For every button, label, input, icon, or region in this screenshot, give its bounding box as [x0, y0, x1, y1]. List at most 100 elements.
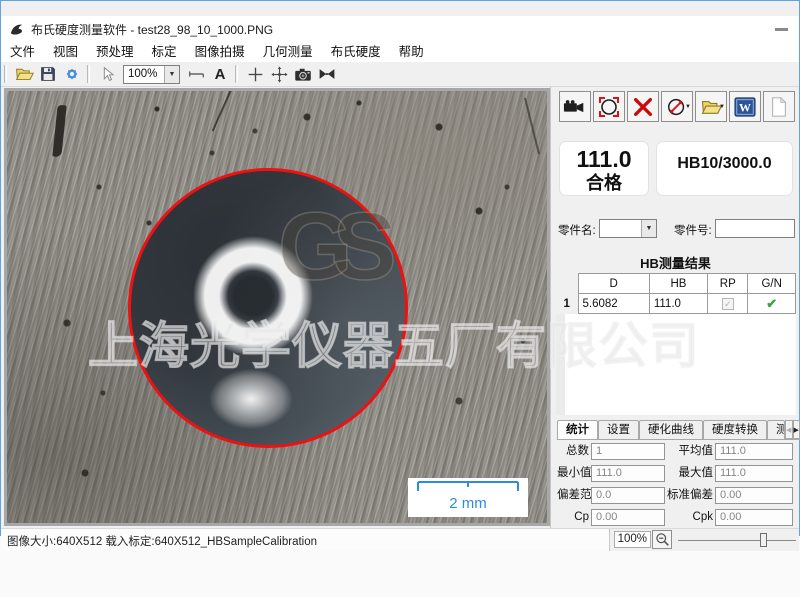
hardness-result-box: 111.0 合格 [559, 141, 649, 196]
zoom-select[interactable]: 100% ▼ [123, 65, 180, 84]
scale-ruler-icon [408, 478, 528, 496]
chevron-down-icon[interactable]: ▼ [719, 104, 725, 110]
word-icon: W [733, 96, 757, 118]
tab-statistics[interactable]: 统计 [557, 420, 598, 439]
part-name-select[interactable]: ▼ [599, 219, 657, 238]
chevron-down-icon[interactable]: ▼ [164, 66, 179, 83]
cross-tool-button[interactable] [243, 63, 267, 85]
statusbar-zoom-area: 100% [610, 529, 799, 551]
window-title: 布氏硬度测量软件 - test28_98_10_1000.PNG [31, 21, 273, 38]
video-capture-button[interactable] [559, 91, 591, 122]
status-bar: 图像大小:640X512 载入标定:640X512_HBSampleCalibr… [1, 528, 799, 550]
stat-max-label: 最大值 [667, 465, 713, 482]
stitch-button[interactable] [315, 63, 339, 85]
video-camera-icon [563, 98, 587, 116]
part-no-input[interactable] [715, 219, 795, 238]
magnifier-minus-icon [655, 532, 670, 547]
gs-logo-watermark: GS [278, 192, 377, 302]
title-bar[interactable]: 布氏硬度测量软件 - test28_98_10_1000.PNG [1, 16, 799, 42]
column-hb: HB [649, 274, 707, 294]
stat-cp-label: Cp [557, 509, 589, 526]
menu-view[interactable]: 视图 [44, 42, 87, 62]
delete-x-icon [632, 96, 654, 118]
line-measure-button[interactable] [184, 63, 208, 85]
table-header-row: D HB RP G/N [556, 274, 796, 294]
open-result-button[interactable]: ▼ [695, 91, 727, 122]
camera-icon [294, 67, 312, 82]
settings-button[interactable] [60, 63, 84, 85]
word-report-button[interactable]: W [729, 91, 761, 122]
column-gn: G/N [748, 274, 796, 294]
stat-range-value: 0.0 [591, 487, 665, 504]
tab-hardening-curve[interactable]: 硬化曲线 [639, 420, 703, 439]
zoom-slider-thumb[interactable] [760, 533, 767, 547]
stat-stddev-label: 标准偏差 [667, 487, 713, 504]
stat-cp-value: 0.00 [591, 509, 665, 526]
detect-circle-icon [597, 95, 621, 119]
text-tool-button[interactable]: A [208, 63, 232, 85]
minimize-button[interactable] [775, 28, 788, 31]
tab-test[interactable]: 测试 [767, 420, 785, 439]
auto-detect-button[interactable] [593, 91, 625, 122]
stat-cpk-value: 0.00 [715, 509, 793, 526]
save-floppy-icon [40, 66, 56, 82]
main-toolbar: 100% ▼ A [1, 62, 799, 87]
select-cursor-button[interactable] [95, 63, 119, 85]
hardness-value: 111.0 [560, 146, 648, 172]
menu-bar: 文件 视图 预处理 标定 图像拍摄 几何测量 布氏硬度 帮助 [1, 42, 799, 62]
scale-bar: 2 mm [408, 478, 528, 517]
menu-geometry-measure[interactable]: 几何测量 [254, 42, 322, 62]
center-move-button[interactable] [267, 63, 291, 85]
tab-scroll-right-icon[interactable]: ▶ [793, 420, 800, 439]
tab-scroll-left-icon[interactable]: ◀ [785, 420, 793, 439]
pass-status: 合格 [560, 172, 648, 194]
tab-settings[interactable]: 设置 [598, 420, 639, 439]
new-document-button[interactable] [763, 91, 795, 122]
delete-result-button[interactable] [627, 91, 659, 122]
toolbar-grip [87, 65, 90, 83]
column-d: D [578, 274, 649, 294]
stat-min-value: 111.0 [591, 465, 665, 482]
open-file-button[interactable] [12, 63, 36, 85]
stat-mean-label: 平均值 [667, 443, 713, 460]
toolbar-grip [4, 65, 7, 83]
status-info-text: 图像大小:640X512 载入标定:640X512_HBSampleCalibr… [7, 533, 317, 549]
menu-calibration[interactable]: 标定 [143, 42, 186, 62]
menu-image-capture[interactable]: 图像拍摄 [186, 42, 254, 62]
gear-icon [64, 66, 80, 82]
part-no-label: 零件号: [674, 222, 712, 238]
panel-toolbar: ▼ ▼ W [559, 91, 795, 122]
stat-max-value: 111.0 [715, 465, 793, 482]
column-rp: RP [708, 274, 748, 294]
statistics-grid: 总数 1 平均值 111.0 最小值 111.0 最大值 111.0 偏差范围 … [557, 443, 793, 526]
save-button[interactable] [36, 63, 60, 85]
scale-bar-label: 2 mm [408, 495, 528, 512]
menu-preprocess[interactable]: 预处理 [87, 42, 143, 62]
tab-hardness-convert[interactable]: 硬度转换 [703, 420, 767, 439]
menu-file[interactable]: 文件 [1, 42, 44, 62]
capture-button[interactable] [291, 63, 315, 85]
zoom-out-button[interactable] [652, 530, 672, 549]
zoom-select-value: 100% [124, 68, 164, 80]
menu-brinell-hardness[interactable]: 布氏硬度 [322, 42, 390, 62]
test-scale-box: HB10/3000.0 [656, 141, 793, 196]
part-name-label: 零件名: [558, 222, 596, 238]
line-measure-icon [188, 67, 205, 81]
chevron-down-icon[interactable]: ▼ [685, 104, 691, 110]
menu-help[interactable]: 帮助 [390, 42, 433, 62]
chevron-down-icon[interactable]: ▼ [641, 220, 656, 237]
svg-text:W: W [739, 100, 751, 114]
test-scale-value: HB10/3000.0 [657, 155, 792, 173]
manual-measure-button[interactable]: ▼ [661, 91, 693, 122]
statusbar-zoom-value: 100% [614, 531, 651, 548]
stat-total-value: 1 [591, 443, 665, 460]
row-number-header [556, 274, 578, 294]
plus-cross-icon [247, 66, 264, 83]
zoom-slider[interactable] [678, 529, 796, 551]
zoom-slider-track [678, 540, 796, 541]
stat-total-label: 总数 [557, 443, 589, 460]
cursor-arrow-icon [100, 66, 115, 82]
stat-min-label: 最小值 [557, 465, 589, 482]
toolbar-grip [235, 65, 238, 83]
bowtie-icon [318, 67, 336, 81]
